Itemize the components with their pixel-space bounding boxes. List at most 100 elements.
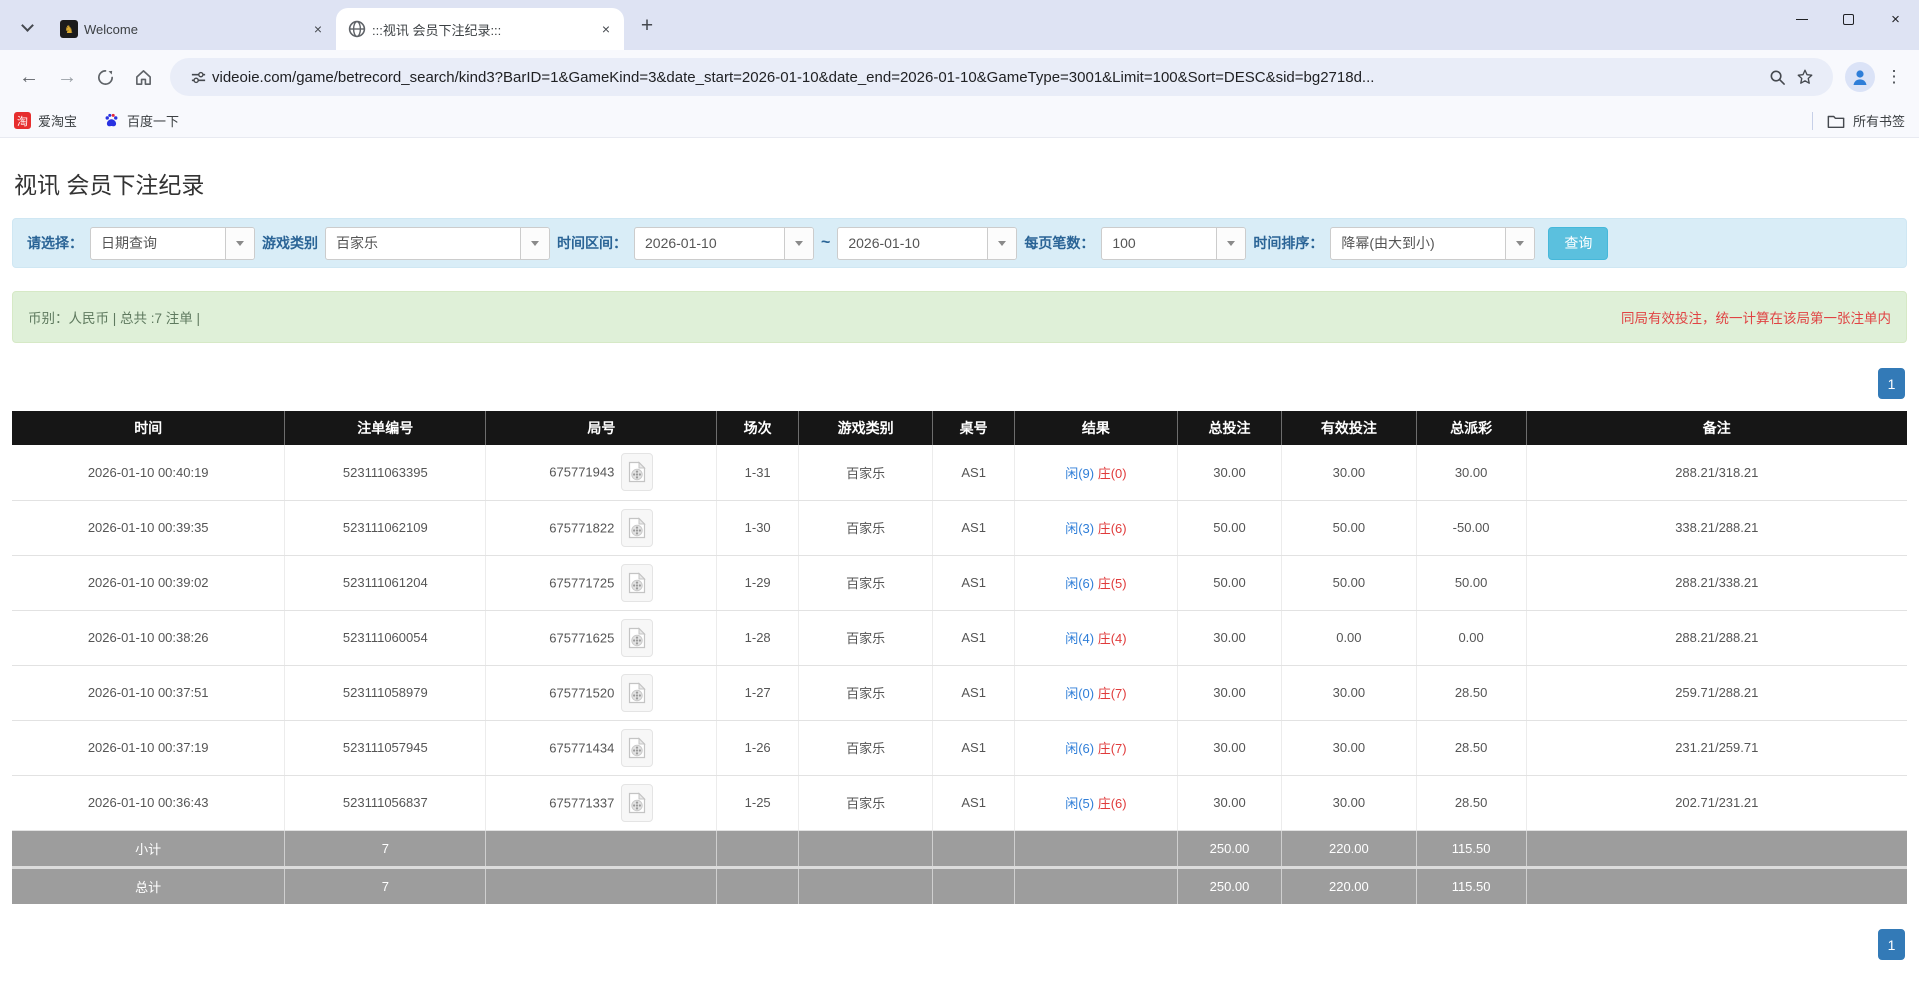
date-start-select[interactable]: 2026-01-10 (634, 227, 814, 260)
site-settings-icon[interactable] (184, 63, 212, 91)
cell-session: 1-30 (717, 500, 798, 555)
sort-select[interactable]: 降幂(由大到小) (1330, 227, 1535, 260)
cell-total-bet[interactable]: 30.00 (1177, 610, 1281, 665)
cell-table-no: AS1 (933, 500, 1014, 555)
game-kind-select[interactable]: 百家乐 (325, 227, 550, 260)
column-header: 时间 (12, 411, 285, 445)
cell-total-bet[interactable]: 30.00 (1177, 720, 1281, 775)
page-1-button[interactable]: 1 (1878, 929, 1905, 960)
page-1-button[interactable]: 1 (1878, 368, 1905, 399)
page-title: 视讯 会员下注纪录 (14, 166, 1905, 200)
minimize-button[interactable] (1778, 0, 1825, 38)
zoom-icon[interactable] (1763, 63, 1791, 91)
cell-round: 675771337 (486, 775, 717, 830)
close-window-button[interactable]: × (1872, 0, 1919, 38)
per-page-select[interactable]: 100 (1101, 227, 1246, 260)
video-replay-button[interactable] (621, 453, 653, 491)
cell-game-kind: 百家乐 (798, 720, 933, 775)
result-player: 闲(5) (1065, 796, 1094, 811)
browser-tabstrip: ♞ Welcome × :::视讯 会员下注纪录::: × + × (0, 0, 1919, 50)
dropdown-arrow-icon[interactable] (225, 228, 254, 259)
footer-label: 小计 (12, 830, 285, 867)
profile-avatar[interactable] (1845, 62, 1875, 92)
tab-close-icon[interactable]: × (596, 19, 616, 39)
forward-button[interactable]: → (48, 58, 86, 96)
video-replay-button[interactable] (621, 509, 653, 547)
cell-game-kind: 百家乐 (798, 500, 933, 555)
minimize-icon (1796, 19, 1808, 20)
footer-valid-bet: 220.00 (1282, 867, 1417, 904)
tab-title: :::视讯 会员下注纪录::: (372, 20, 590, 39)
bookmark-taobao[interactable]: 淘 爱淘宝 (14, 111, 77, 130)
cell-table-no: AS1 (933, 775, 1014, 830)
cell-bet-id: 523111063395 (285, 445, 486, 500)
person-icon (1850, 67, 1870, 87)
result-banker: 庄(5) (1098, 576, 1127, 591)
result-player: 闲(0) (1065, 686, 1094, 701)
tab-bet-record[interactable]: :::视讯 会员下注纪录::: × (336, 8, 624, 50)
baidu-paw-icon (103, 112, 120, 129)
home-button[interactable] (124, 58, 162, 96)
cell-round: 675771434 (486, 720, 717, 775)
column-header: 桌号 (933, 411, 1014, 445)
video-replay-button[interactable] (621, 674, 653, 712)
dropdown-arrow-icon[interactable] (987, 228, 1016, 259)
cell-round: 675771625 (486, 610, 717, 665)
cell-total-bet[interactable]: 30.00 (1177, 665, 1281, 720)
result-banker: 庄(4) (1098, 631, 1127, 646)
cell-time: 2026-01-10 00:36:43 (12, 775, 285, 830)
dropdown-arrow-icon[interactable] (520, 228, 549, 259)
address-bar[interactable]: videoie.com/game/betrecord_search/kind3?… (170, 58, 1833, 96)
video-replay-button[interactable] (621, 784, 653, 822)
search-mode-select[interactable]: 日期查询 (90, 227, 255, 260)
url-text[interactable]: videoie.com/game/betrecord_search/kind3?… (212, 69, 1763, 86)
cell-total-bet[interactable]: 50.00 (1177, 500, 1281, 555)
footer-session (717, 830, 798, 867)
bookmark-baidu[interactable]: 百度一下 (103, 111, 179, 130)
cell-valid-bet: 30.00 (1282, 665, 1417, 720)
cell-game-kind: 百家乐 (798, 445, 933, 500)
column-header: 结果 (1014, 411, 1177, 445)
sort-label: 时间排序： (1253, 233, 1323, 253)
cell-note: 288.21/288.21 (1526, 610, 1907, 665)
video-replay-button[interactable] (621, 564, 653, 602)
cell-result: 闲(0) 庄(7) (1014, 665, 1177, 720)
video-replay-button[interactable] (621, 619, 653, 657)
cell-time: 2026-01-10 00:37:19 (12, 720, 285, 775)
date-end-select[interactable]: 2026-01-10 (837, 227, 1017, 260)
pagination-bottom: 1 (14, 929, 1905, 960)
browser-menu-button[interactable]: ⋮ (1879, 67, 1909, 87)
video-replay-button[interactable] (621, 729, 653, 767)
back-button[interactable]: ← (10, 58, 48, 96)
dropdown-arrow-icon[interactable] (1216, 228, 1245, 259)
reload-button[interactable] (86, 58, 124, 96)
tab-close-icon[interactable]: × (308, 19, 328, 39)
all-bookmarks-button[interactable]: 所有书签 (1827, 111, 1905, 130)
column-header: 总投注 (1177, 411, 1281, 445)
result-banker: 庄(7) (1098, 741, 1127, 756)
cell-bet-id: 523111056837 (285, 775, 486, 830)
tab-search-button[interactable] (12, 12, 42, 42)
cell-total-bet[interactable]: 50.00 (1177, 555, 1281, 610)
new-tab-button[interactable]: + (632, 11, 662, 41)
bookmark-star-icon[interactable] (1791, 63, 1819, 91)
chevron-down-icon (21, 19, 34, 32)
footer-session (717, 867, 798, 904)
dropdown-arrow-icon[interactable] (1505, 228, 1534, 259)
cell-result: 闲(6) 庄(5) (1014, 555, 1177, 610)
cell-table-no: AS1 (933, 720, 1014, 775)
cell-round: 675771822 (486, 500, 717, 555)
sort-value: 降幂(由大到小) (1331, 228, 1505, 259)
cell-total-bet[interactable]: 30.00 (1177, 445, 1281, 500)
tab-welcome[interactable]: ♞ Welcome × (48, 8, 336, 50)
date-end-value: 2026-01-10 (838, 228, 987, 259)
cell-total-bet[interactable]: 30.00 (1177, 775, 1281, 830)
query-button[interactable]: 查询 (1548, 227, 1608, 260)
filter-bar: 请选择： 日期查询 游戏类别 百家乐 时间区间： 2026-01-10 ~ 20… (12, 218, 1907, 268)
result-player: 闲(4) (1065, 631, 1094, 646)
dropdown-arrow-icon[interactable] (784, 228, 813, 259)
total-row: 总计7250.00220.00115.50 (12, 867, 1907, 904)
footer-game (798, 830, 933, 867)
column-header: 总派彩 (1416, 411, 1526, 445)
maximize-button[interactable] (1825, 0, 1872, 38)
